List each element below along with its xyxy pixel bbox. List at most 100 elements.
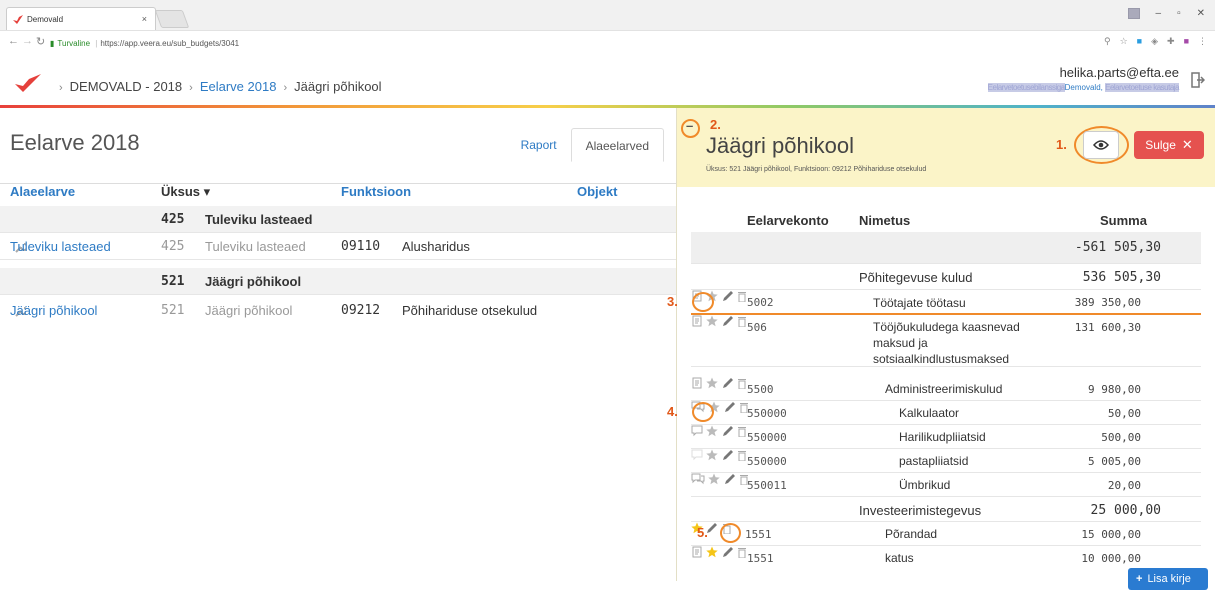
sub-budget-link[interactable]: Jäägri põhikool xyxy=(10,297,97,324)
delete-icon[interactable] xyxy=(737,425,747,438)
delete-icon[interactable] xyxy=(737,449,747,462)
entry-amount: 20,00 xyxy=(1107,479,1141,492)
panel-tabs: Raport Alaeelarved xyxy=(507,128,664,162)
tab-raport[interactable]: Raport xyxy=(507,128,571,162)
extension-icons: ⚲ ☆ ■ ◈ ✚ ■ ⋮ xyxy=(1104,36,1207,47)
sub-budget-panel: – 2. Jäägri põhikool Üksus: 521 Jäägri p… xyxy=(667,108,1215,590)
extension-icon[interactable]: ■ xyxy=(1137,36,1142,47)
edit-icon[interactable] xyxy=(722,377,734,389)
entry-amount: 389 350,00 xyxy=(1074,296,1141,309)
view-toggle-button[interactable] xyxy=(1083,131,1119,159)
close-window-icon[interactable]: ✕ xyxy=(1197,8,1205,19)
account-code: 5500 xyxy=(747,383,774,396)
logout-icon[interactable] xyxy=(1191,72,1205,88)
document-icon[interactable] xyxy=(691,315,703,327)
edit-icon[interactable] xyxy=(706,522,718,534)
delete-icon[interactable] xyxy=(737,290,747,303)
group-row: Põhitegevuse kulud 536 505,30 xyxy=(691,264,1201,290)
unit-code: 425 xyxy=(161,212,185,227)
unit-name: Tuleviku lasteaed xyxy=(205,212,313,227)
back-icon[interactable]: ← xyxy=(8,35,19,47)
panel-header: – 2. Jäägri põhikool Üksus: 521 Jäägri p… xyxy=(677,108,1215,187)
collapse-icon[interactable]: – xyxy=(686,118,693,133)
edit-icon[interactable] xyxy=(724,401,736,413)
navigation-bar: ← → ↻ ▮ Turvaline | https://app.veera.eu/s… xyxy=(0,30,1215,56)
entry-row[interactable]: 5500 Administreerimiskulud 9 980,00 xyxy=(691,377,1201,401)
delete-icon[interactable] xyxy=(737,377,747,390)
eye-icon xyxy=(1093,140,1109,150)
maximize-icon[interactable]: ▫ xyxy=(1177,8,1181,19)
entry-amount: 50,00 xyxy=(1107,407,1141,420)
entry-name: Ümbrikud xyxy=(899,478,951,492)
account-code: 550000 xyxy=(747,455,787,468)
close-icon: ✕ xyxy=(1181,137,1193,152)
star-icon[interactable] xyxy=(708,473,721,485)
column-funktsioon[interactable]: Funktsioon xyxy=(341,184,411,199)
entry-row[interactable]: 550000 Harilikudpliiatsid 500,00 xyxy=(691,425,1201,449)
entry-name: pastapliiatsid xyxy=(899,454,969,468)
tab-alaeelarved[interactable]: Alaeelarved xyxy=(570,128,664,162)
comment-icon[interactable] xyxy=(691,425,703,437)
close-button[interactable]: Sulge ✕ xyxy=(1134,131,1204,159)
extension-icon[interactable]: ■ xyxy=(1184,36,1189,47)
chevron-right-icon: › xyxy=(283,82,288,94)
entry-row[interactable]: 5. 1551 Põrandad 15 000,00 xyxy=(691,522,1201,546)
new-tab-button[interactable] xyxy=(154,10,190,28)
chevron-right-icon: › xyxy=(59,82,63,94)
star-icon[interactable] xyxy=(706,377,719,389)
column-alaeelarve[interactable]: Alaeelarve xyxy=(10,184,75,199)
entry-row[interactable]: 550011 Ümbrikud 20,00 xyxy=(691,473,1201,497)
comment-empty-icon[interactable] xyxy=(691,449,703,461)
delete-icon[interactable] xyxy=(737,315,747,328)
secure-label: Turvaline xyxy=(57,39,91,48)
document-icon[interactable] xyxy=(691,546,703,558)
star-icon[interactable] xyxy=(706,449,719,461)
tab-close-icon[interactable]: × xyxy=(142,8,147,31)
address-bar[interactable]: ▮ Turvaline | https://app.veera.eu/sub_bud… xyxy=(50,35,1130,52)
entry-name: Kalkulaator xyxy=(899,406,960,420)
edit-icon[interactable] xyxy=(722,290,734,302)
zoom-icon[interactable]: ⚲ xyxy=(1104,36,1111,47)
comments-icon[interactable] xyxy=(691,473,705,485)
user-organization[interactable]: EelarvetoetusebilanssigaDemovald, Eelarv… xyxy=(987,83,1179,92)
entry-row[interactable]: 550000 pastapliiatsid 5 005,00 xyxy=(691,449,1201,473)
unit-name: Jäägri põhikool xyxy=(205,274,302,289)
app-logo-icon[interactable] xyxy=(15,74,41,92)
star-icon[interactable] xyxy=(706,425,719,437)
menu-icon[interactable]: ⋮ xyxy=(1198,36,1207,47)
breadcrumb-root[interactable]: DEMOVALD - 2018 xyxy=(70,79,182,94)
extension-icon[interactable]: ◈ xyxy=(1151,36,1158,47)
edit-icon[interactable] xyxy=(722,449,734,461)
reload-icon[interactable]: ↻ xyxy=(36,35,45,48)
entry-row[interactable]: 4. 550000 Kalkulaator 50,00 xyxy=(667,401,1201,425)
sub-budget-link[interactable]: Tuleviku lasteaed xyxy=(10,233,111,260)
entry-name: Põrandad xyxy=(885,527,938,541)
star-filled-icon[interactable] xyxy=(706,546,719,558)
table-header: Eelarvekonto Nimetus Summa xyxy=(691,187,1201,232)
bookmark-star-icon[interactable]: ☆ xyxy=(1120,36,1128,47)
edit-icon[interactable] xyxy=(724,473,736,485)
entry-amount: 10 000,00 xyxy=(1081,552,1141,565)
column-uksus[interactable]: Üksus ▾ xyxy=(161,184,210,200)
edit-icon[interactable] xyxy=(722,546,734,558)
minimize-icon[interactable]: – xyxy=(1156,8,1162,19)
add-entry-button[interactable]: + Lisa kirje xyxy=(1128,568,1208,590)
entry-row[interactable]: 1551 katus 10 000,00 xyxy=(691,546,1201,570)
function-code: 09110 xyxy=(341,239,381,254)
unit-code: 521 xyxy=(161,274,185,289)
document-icon[interactable] xyxy=(691,377,703,389)
column-objekt[interactable]: Objekt xyxy=(577,184,617,199)
profile-avatar-icon[interactable] xyxy=(1127,8,1140,19)
breadcrumb-budget[interactable]: Eelarve 2018 xyxy=(200,79,277,94)
browser-tab[interactable]: Demovald × xyxy=(6,7,156,30)
extension-icon[interactable]: ✚ xyxy=(1167,36,1175,47)
edit-icon[interactable] xyxy=(722,425,734,437)
entry-name: Töötajate töötasu xyxy=(873,296,966,310)
entry-row[interactable]: 506 Tööjõukuludega kaasnevad maksud ja s… xyxy=(691,315,1201,367)
forward-icon[interactable]: → xyxy=(22,35,33,47)
entry-row[interactable]: 3. 5002 Töötajate töötasu 389 350,00 xyxy=(667,290,1201,315)
star-icon[interactable] xyxy=(706,315,719,327)
delete-icon[interactable] xyxy=(737,546,747,559)
chevron-right-icon: › xyxy=(189,82,193,94)
edit-icon[interactable] xyxy=(722,315,734,327)
